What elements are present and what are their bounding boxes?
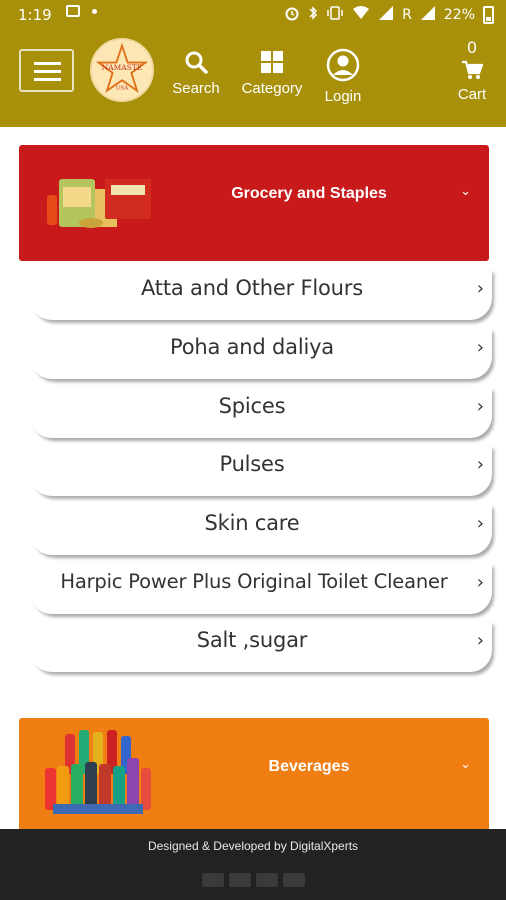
status-bar: 1:19 R 22% <box>0 0 506 30</box>
paypal-icon <box>256 873 278 887</box>
list-item-label: Salt ,sugar <box>196 628 308 652</box>
chevron-right-icon: › <box>476 572 484 593</box>
battery-icon <box>483 6 494 24</box>
list-item[interactable]: Spices › <box>30 386 492 438</box>
system-icons: R 22% <box>284 5 494 25</box>
clock: 1:19 <box>18 6 52 24</box>
image-icon <box>66 5 80 17</box>
list-item[interactable]: Pulses › <box>30 444 492 496</box>
app-header: NAMASTE USA Search Category Login 0 Cart <box>0 30 506 127</box>
svg-text:USA: USA <box>116 86 130 92</box>
vibrate-icon <box>326 6 344 24</box>
namaste-usa-logo[interactable]: NAMASTE USA <box>90 38 154 102</box>
list-item[interactable]: Poha and daliya › <box>30 327 492 379</box>
payment-icons <box>202 873 305 887</box>
category-card-grocery[interactable]: Grocery and Staples ⌄ <box>19 145 489 261</box>
grocery-products-image <box>43 173 153 233</box>
cart-icon <box>452 60 492 84</box>
signal-icon <box>378 5 394 25</box>
list-item-label: Harpic Power Plus Original Toilet Cleane… <box>60 570 448 593</box>
nav-login[interactable]: Login <box>321 48 365 105</box>
chevron-right-icon: › <box>476 513 484 534</box>
chevron-right-icon: › <box>476 396 484 417</box>
nav-category[interactable]: Category <box>238 50 306 97</box>
list-item-label: Atta and Other Flours <box>141 276 363 300</box>
alarm-icon <box>284 5 300 25</box>
battery-percent: 22% <box>443 7 475 23</box>
beverage-bottles-image <box>43 728 153 820</box>
notification-icons <box>66 5 97 17</box>
footer: Designed & Developed by DigitalXperts <box>0 829 506 900</box>
category-title: Beverages <box>268 758 350 775</box>
category-title: Grocery and Staples <box>231 185 387 202</box>
visa-icon <box>229 873 251 887</box>
nav-search[interactable]: Search <box>172 50 220 97</box>
card-icon <box>202 873 224 887</box>
nav-search-label: Search <box>172 80 220 97</box>
wifi-icon <box>352 6 370 24</box>
list-item[interactable]: Atta and Other Flours › <box>30 268 492 320</box>
list-item-label: Spices <box>218 394 286 418</box>
category-card-beverages[interactable]: Beverages ⌄ <box>19 718 489 834</box>
user-circle-icon <box>321 48 365 86</box>
payoneer-icon <box>283 873 305 887</box>
dot-icon <box>92 8 97 14</box>
list-item-label: Pulses <box>219 452 285 476</box>
list-item[interactable]: Harpic Power Plus Original Toilet Cleane… <box>30 562 492 614</box>
nav-login-label: Login <box>324 88 362 105</box>
chevron-right-icon: › <box>476 337 484 358</box>
list-item-label: Skin care <box>204 511 300 535</box>
list-item[interactable]: Salt ,sugar › <box>30 620 492 672</box>
roaming-indicator: R <box>402 7 412 23</box>
nav-cart[interactable]: 0 Cart <box>452 38 492 103</box>
list-item-label: Poha and daliya <box>170 335 334 359</box>
chevron-right-icon: › <box>476 454 484 475</box>
chevron-right-icon: › <box>476 630 484 651</box>
bluetooth-icon <box>308 5 318 25</box>
footer-credit: Designed & Developed by DigitalXperts <box>147 839 359 853</box>
nav-cart-label: Cart <box>457 86 487 103</box>
hamburger-menu-button[interactable] <box>19 49 74 92</box>
list-item[interactable]: Skin care › <box>30 503 492 555</box>
signal-icon <box>420 5 436 25</box>
chevron-right-icon: › <box>476 278 484 299</box>
grid-icon <box>238 50 306 78</box>
svg-text:NAMASTE: NAMASTE <box>102 63 143 72</box>
chevron-down-icon[interactable]: ⌄ <box>460 183 471 199</box>
cart-count-badge: 0 <box>467 38 477 57</box>
nav-category-label: Category <box>241 80 303 97</box>
chevron-down-icon[interactable]: ⌄ <box>460 756 471 772</box>
search-icon <box>172 50 220 78</box>
